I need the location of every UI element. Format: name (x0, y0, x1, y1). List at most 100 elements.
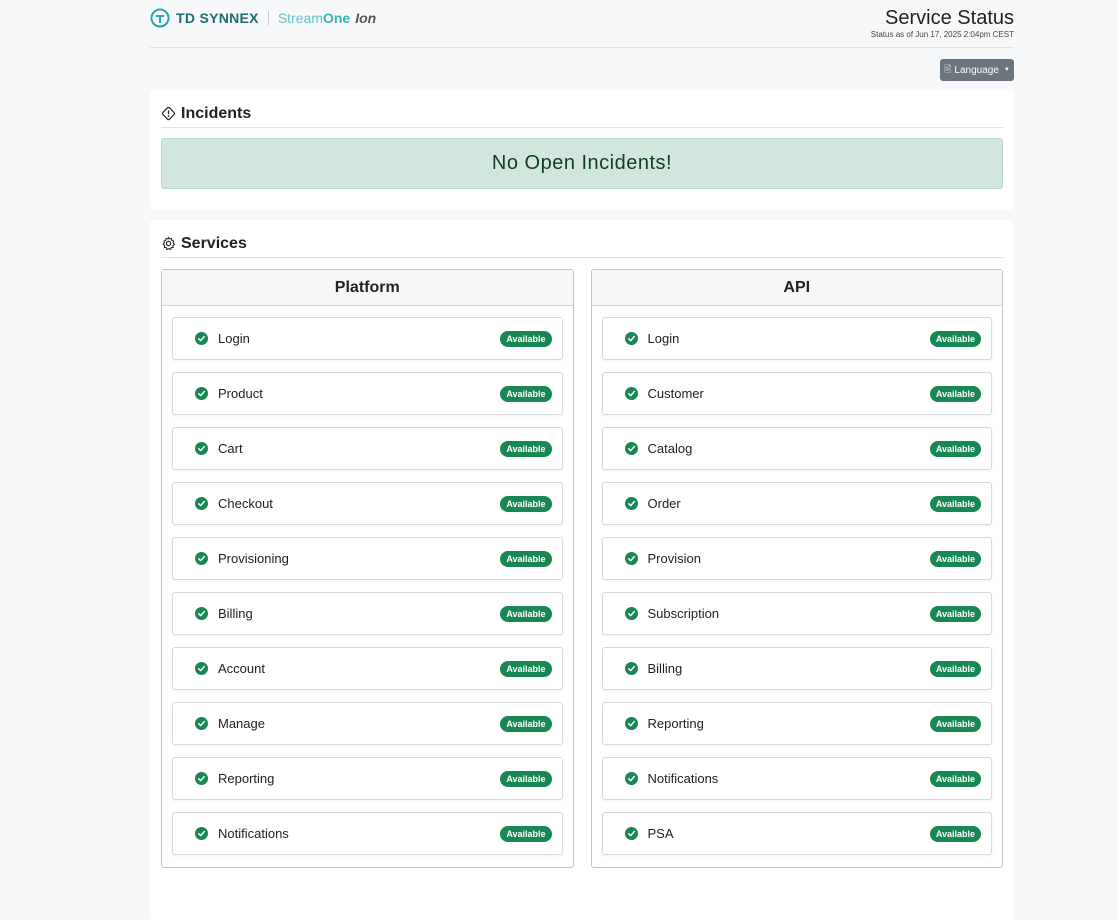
page: TD SYNNEX Stream One Ion Service Status S… (150, 0, 1014, 920)
check-circle-icon (624, 497, 638, 510)
check-circle-icon (195, 497, 208, 510)
check-circle-icon (624, 387, 638, 400)
status-badge: Available (500, 496, 552, 512)
service-name: Customer (647, 386, 704, 401)
check-circle-icon (195, 717, 208, 730)
status-badge: Available (929, 441, 981, 457)
check-circle-icon (624, 552, 638, 565)
service-row-api-customer: Customer Available (601, 372, 992, 415)
title-block: Service Status Status as of Jun 17, 2025… (871, 6, 1014, 39)
service-name: Manage (218, 716, 265, 731)
check-circle-icon (624, 662, 638, 675)
check-circle-icon (195, 387, 208, 400)
brand-td-synnex: TD SYNNEX (176, 10, 259, 26)
service-row-api-order: Order Available (601, 482, 992, 525)
brand-ion: Ion (355, 10, 377, 26)
service-name: Product (218, 386, 263, 401)
check-circle-icon (624, 607, 638, 620)
service-name: Billing (218, 606, 253, 621)
status-badge: Available (500, 386, 552, 402)
service-name: PSA (647, 826, 674, 841)
service-row-platform-provisioning: Provisioning Available (172, 537, 563, 580)
status-badge: Available (929, 716, 981, 732)
no-incidents-alert: No Open Incidents! (161, 138, 1003, 189)
service-name: Notifications (647, 771, 719, 786)
status-badge: Available (929, 551, 981, 567)
service-name: Reporting (647, 716, 704, 731)
platform-column-title: Platform (162, 270, 573, 306)
service-row-platform-reporting: Reporting Available (172, 757, 563, 800)
service-row-api-login: Login Available (601, 317, 992, 360)
service-row-platform-notifications: Notifications Available (172, 812, 563, 855)
language-label: Language (954, 64, 999, 76)
status-badge: Available (929, 386, 981, 402)
service-row-platform-manage: Manage Available (172, 702, 563, 745)
status-badge: Available (929, 606, 981, 622)
service-name: Provision (647, 551, 701, 566)
service-name: Checkout (218, 496, 273, 511)
services-header: Services (161, 230, 1003, 258)
service-name: Notifications (218, 826, 289, 841)
status-badge: Available (929, 826, 981, 842)
check-circle-icon (624, 717, 638, 730)
status-badge: Available (929, 496, 981, 512)
service-name: Billing (647, 661, 683, 676)
status-badge: Available (500, 826, 552, 842)
warning-diamond-icon (161, 106, 176, 121)
incidents-title: Incidents (181, 104, 252, 122)
service-row-api-subscription: Subscription Available (601, 592, 992, 635)
service-row-api-catalog: Catalog Available (601, 427, 992, 470)
status-badge: Available (929, 331, 981, 347)
service-name: Account (218, 661, 265, 676)
page-title: Service Status (885, 7, 1014, 29)
language-dropdown-button[interactable]: 🖹 Language ▼ (940, 59, 1014, 81)
check-circle-icon (195, 607, 208, 620)
service-name: Login (218, 331, 250, 346)
status-badge: Available (929, 661, 981, 677)
status-badge: Available (500, 661, 552, 677)
incidents-card: Incidents No Open Incidents! (150, 90, 1014, 210)
status-badge: Available (500, 441, 552, 457)
status-timestamp: Status as of Jun 17, 2025 2:04pm CEST (870, 30, 1014, 39)
platform-service-list: Login Available Product Available Cart Availa… (162, 306, 573, 855)
check-circle-icon (624, 827, 638, 840)
status-badge: Available (500, 606, 552, 622)
check-circle-icon (195, 662, 208, 675)
services-columns: Platform Login Available Product Available C… (161, 269, 1003, 868)
services-title: Services (181, 234, 247, 252)
service-row-api-notifications: Notifications Available (601, 757, 992, 800)
translate-icon: 🖹 (944, 64, 952, 74)
status-badge: Available (929, 771, 981, 787)
status-badge: Available (500, 771, 552, 787)
incidents-header: Incidents (161, 100, 1003, 128)
check-circle-icon (195, 442, 208, 455)
service-row-api-billing: Billing Available (601, 647, 992, 690)
brand-logo[interactable]: TD SYNNEX Stream One Ion (150, 8, 376, 28)
service-name: Catalog (647, 441, 693, 456)
service-name: Login (647, 331, 680, 346)
service-row-platform-product: Product Available (172, 372, 563, 415)
api-column: API Login Available Customer Available Catal… (590, 269, 1003, 868)
service-name: Order (647, 496, 681, 511)
service-row-platform-billing: Billing Available (172, 592, 563, 635)
service-row-platform-cart: Cart Available (172, 427, 563, 470)
brand-one: One (322, 10, 351, 26)
platform-column: Platform Login Available Product Available C… (161, 269, 574, 868)
service-row-api-reporting: Reporting Available (601, 702, 992, 745)
status-badge: Available (500, 716, 552, 732)
service-row-platform-checkout: Checkout Available (172, 482, 563, 525)
services-card: Services Platform Login Available Product A… (150, 220, 1014, 920)
service-name: Subscription (647, 606, 720, 621)
language-row: 🖹 Language ▼ (150, 48, 1014, 90)
service-row-platform-login: Login Available (172, 317, 563, 360)
api-column-title: API (591, 270, 1002, 306)
caret-down-icon: ▼ (1003, 67, 1010, 73)
service-row-api-provision: Provision Available (601, 537, 992, 580)
check-circle-icon (624, 332, 638, 345)
check-circle-icon (195, 772, 208, 785)
service-row-platform-account: Account Available (172, 647, 563, 690)
service-name: Cart (218, 441, 243, 456)
service-row-api-psa: PSA Available (601, 812, 992, 855)
check-circle-icon (195, 332, 208, 345)
service-name: Provisioning (218, 551, 289, 566)
